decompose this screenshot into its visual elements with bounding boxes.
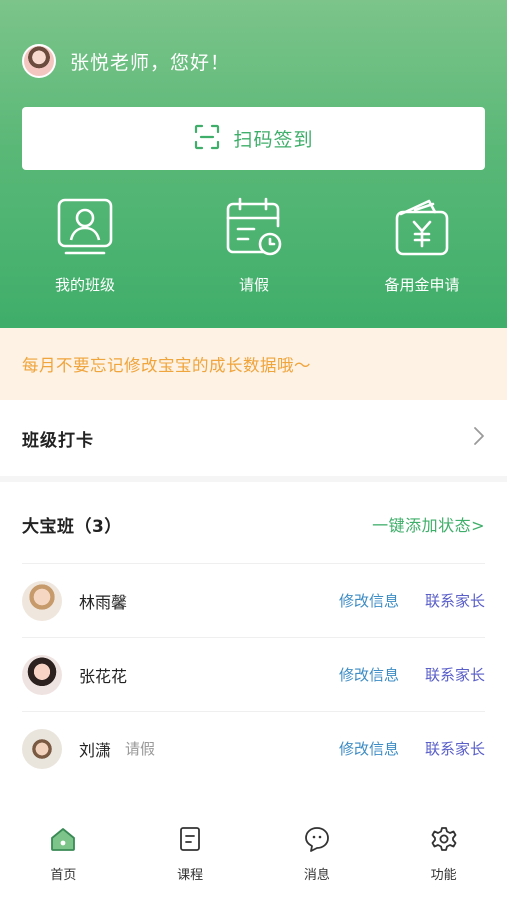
tab-label: 首页 [50, 868, 77, 883]
gear-icon [431, 826, 457, 856]
add-status-link[interactable]: 一键添加状态> [372, 512, 485, 536]
student-avatar [22, 580, 62, 621]
scan-checkin-label: 扫码签到 [233, 129, 314, 151]
edit-info-link[interactable]: 修改信息 [339, 590, 399, 611]
tab-messages[interactable]: 消息 [254, 804, 381, 900]
class-icon [55, 196, 115, 258]
student-row: 张花花 修改信息 联系家长 [22, 637, 485, 711]
tab-label: 课程 [177, 868, 204, 883]
student-name: 刘潇 [79, 740, 112, 760]
class-checkin-row[interactable]: 班级打卡 [0, 400, 507, 476]
student-avatar [22, 654, 62, 695]
home-icon [50, 826, 76, 856]
student-row: 林雨馨 修改信息 联系家长 [22, 563, 485, 637]
contact-parent-link[interactable]: 联系家长 [425, 664, 485, 685]
class-name: 大宝班（3） [22, 516, 122, 537]
edit-info-link[interactable]: 修改信息 [339, 738, 399, 759]
section-divider [0, 476, 507, 482]
growth-data-notice: 每月不要忘记修改宝宝的成长数据哦～ [0, 328, 507, 400]
edit-info-link[interactable]: 修改信息 [339, 664, 399, 685]
scan-checkin-button[interactable]: 扫码签到 [22, 107, 485, 170]
quick-action-label: 请假 [238, 276, 269, 294]
class-checkin-title: 班级打卡 [22, 430, 94, 451]
wallet-yen-icon [392, 196, 452, 258]
quick-action-my-class[interactable]: 我的班级 [15, 196, 155, 295]
leave-calendar-icon [224, 196, 284, 258]
greeting-text: 张悦老师，您好！ [70, 51, 231, 74]
student-name: 张花花 [79, 666, 128, 686]
contact-parent-link[interactable]: 联系家长 [425, 738, 485, 759]
quick-action-label: 备用金申请 [384, 276, 460, 294]
notice-text: 每月不要忘记修改宝宝的成长数据哦～ [22, 356, 311, 375]
contact-parent-link[interactable]: 联系家长 [425, 590, 485, 611]
student-avatar [22, 728, 62, 769]
message-bubble-icon [304, 826, 330, 856]
chevron-right-icon [473, 426, 485, 450]
greeting-bar: 张悦老师，您好！ [22, 44, 230, 78]
tab-functions[interactable]: 功能 [380, 804, 507, 900]
quick-action-petty-cash[interactable]: 备用金申请 [352, 196, 492, 295]
student-name: 林雨馨 [79, 592, 128, 612]
tab-home[interactable]: 首页 [0, 804, 127, 900]
teacher-avatar[interactable] [22, 44, 56, 78]
scan-icon [193, 123, 221, 155]
course-document-icon [178, 826, 202, 856]
tab-label: 消息 [303, 868, 330, 883]
tab-course[interactable]: 课程 [127, 804, 254, 900]
header-banner: 张悦老师，您好！ 扫码签到 我的班级 请假 备用金申请 [0, 0, 507, 328]
quick-action-label: 我的班级 [54, 276, 115, 294]
student-status: 请假 [125, 740, 156, 758]
class-header: 大宝班（3） 一键添加状态> [22, 500, 485, 548]
student-row: 刘潇 请假 修改信息 联系家长 [22, 711, 485, 785]
bottom-tab-bar: 首页 课程 消息 功能 [0, 804, 507, 900]
tab-label: 功能 [430, 868, 457, 883]
quick-action-leave[interactable]: 请假 [184, 196, 324, 295]
